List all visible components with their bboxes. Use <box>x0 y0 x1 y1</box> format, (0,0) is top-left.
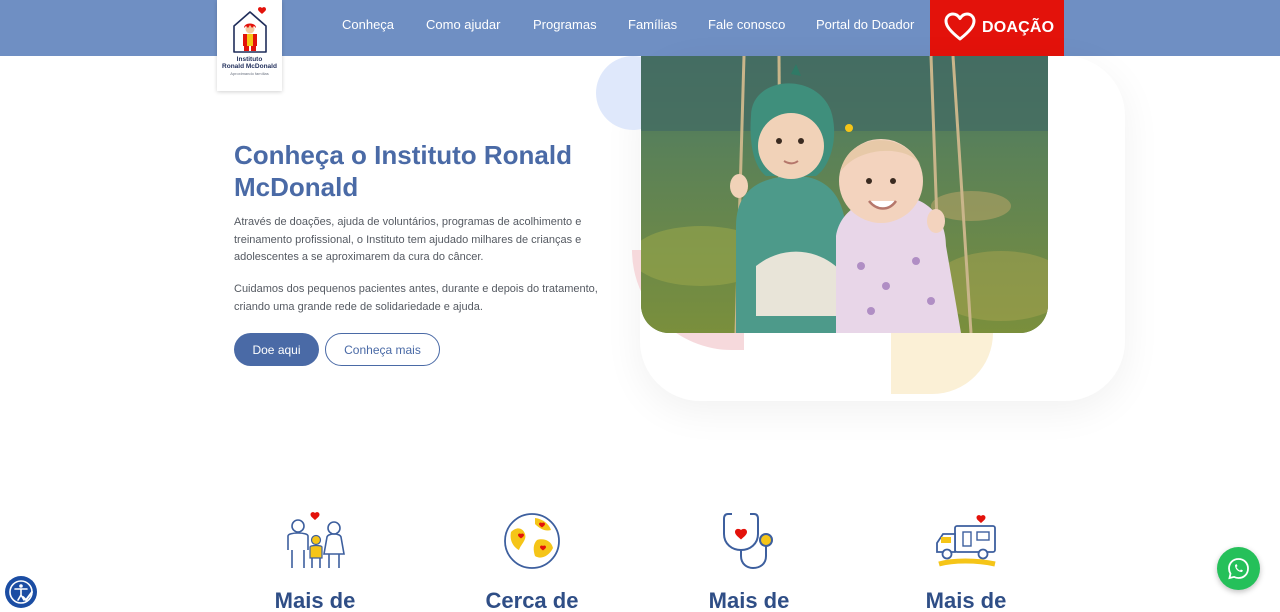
globe-hearts-icon <box>501 510 563 577</box>
stethoscope-heart-icon <box>720 510 780 577</box>
doe-aqui-button[interactable]: Doe aqui <box>234 333 319 366</box>
top-navbar: Conheça Como ajudar Programas Famílias F… <box>0 0 1280 56</box>
conheca-mais-button[interactable]: Conheça mais <box>325 333 440 366</box>
whatsapp-button[interactable] <box>1217 547 1260 590</box>
site-logo[interactable]: Instituto Ronald McDonald Aproximando fa… <box>217 0 282 91</box>
stat-label-2: Cerca de <box>485 588 579 612</box>
truck-heart-icon <box>933 510 1001 577</box>
heart-outline-icon <box>944 12 976 41</box>
nav-item-fale-conosco[interactable]: Fale conosco <box>708 17 785 33</box>
hero-photo-children-on-swing <box>641 56 1048 333</box>
nav-item-conheca[interactable]: Conheça <box>342 17 394 33</box>
ronald-house-logo-icon <box>233 7 267 53</box>
logo-text-instituto: Instituto <box>236 56 263 63</box>
hero-paragraph-1: Através de doações, ajuda de voluntários… <box>234 216 582 263</box>
logo-tagline: Aproximando famílias <box>230 71 269 76</box>
stat-label-3: Mais de <box>708 588 790 612</box>
page: Conheça Como ajudar Programas Famílias F… <box>0 0 1280 612</box>
hero-paragraph-2: Cuidamos dos pequenos pacientes antes, d… <box>234 283 598 313</box>
logo-text-ronald-mcdonald: Ronald McDonald <box>222 63 277 70</box>
nav-item-como-ajudar[interactable]: Como ajudar <box>426 17 500 33</box>
whatsapp-icon <box>1228 558 1249 580</box>
hero-title: Conheça o Instituto Ronald McDonald <box>234 140 572 202</box>
nav-item-familias[interactable]: Famílias <box>628 17 677 33</box>
accessibility-icon <box>9 580 33 604</box>
donate-label: DOAÇÃO <box>982 19 1055 36</box>
stat-label-4: Mais de <box>925 588 1007 612</box>
stat-label-1: Mais de <box>274 588 356 612</box>
family-heart-icon <box>282 510 350 577</box>
accessibility-button[interactable] <box>5 576 37 608</box>
nav-item-portal-do-doador[interactable]: Portal do Doador <box>816 17 914 33</box>
nav-item-programas[interactable]: Programas <box>533 17 597 33</box>
donate-button[interactable]: DOAÇÃO <box>930 0 1064 56</box>
